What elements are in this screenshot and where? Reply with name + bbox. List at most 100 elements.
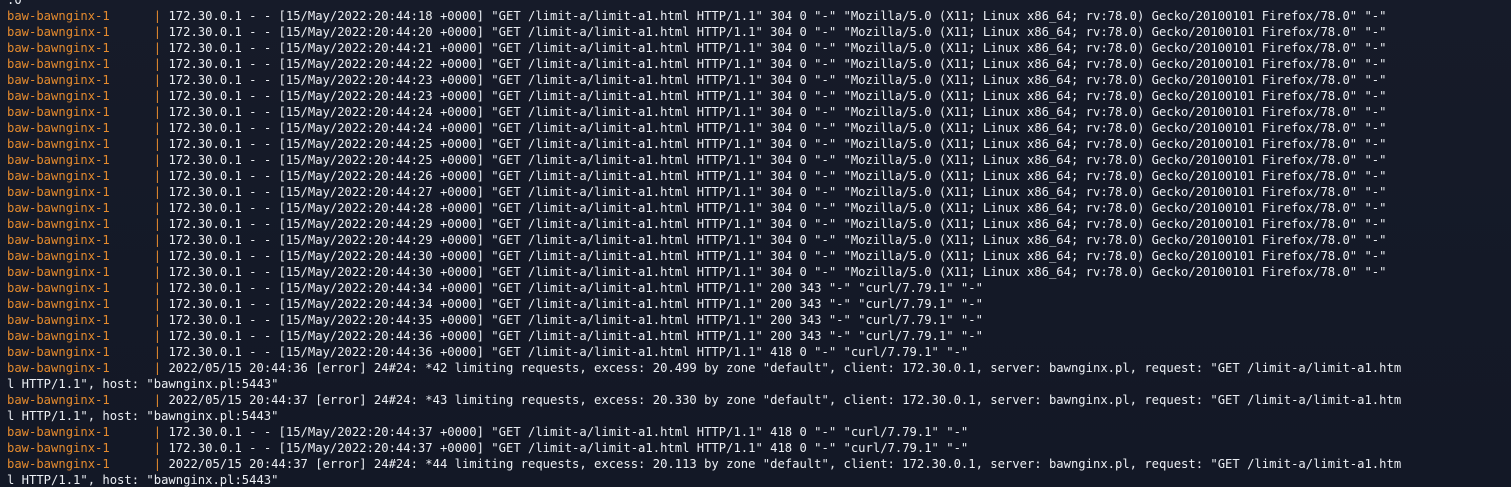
log-message: 172.30.0.1 - - [15/May/2022:20:44:26 +00… — [168, 169, 1387, 183]
log-line: baw-bawnginx-1 | 172.30.0.1 - - [15/May/… — [7, 328, 1511, 344]
service-name: baw-bawnginx-1 — [7, 153, 110, 167]
service-separator: | — [153, 265, 162, 279]
top-fragment-line: .0 — [7, 0, 22, 7]
service-separator: | — [153, 313, 162, 327]
service-separator: | — [153, 105, 162, 119]
log-line: baw-bawnginx-1 | 172.30.0.1 - - [15/May/… — [7, 264, 1511, 280]
service-name: baw-bawnginx-1 — [7, 297, 110, 311]
log-line: baw-bawnginx-1 | 172.30.0.1 - - [15/May/… — [7, 184, 1511, 200]
log-line: baw-bawnginx-1 | 172.30.0.1 - - [15/May/… — [7, 8, 1511, 24]
log-message: 172.30.0.1 - - [15/May/2022:20:44:30 +00… — [168, 265, 1387, 279]
service-name: baw-bawnginx-1 — [7, 393, 110, 407]
log-line: baw-bawnginx-1 | 172.30.0.1 - - [15/May/… — [7, 56, 1511, 72]
service-separator: | — [153, 185, 162, 199]
log-message: 172.30.0.1 - - [15/May/2022:20:44:25 +00… — [168, 137, 1387, 151]
log-line: baw-bawnginx-1 | 2022/05/15 20:44:37 [er… — [7, 392, 1511, 408]
log-line: baw-bawnginx-1 | 172.30.0.1 - - [15/May/… — [7, 248, 1511, 264]
service-name: baw-bawnginx-1 — [7, 217, 110, 231]
log-line: baw-bawnginx-1 | 172.30.0.1 - - [15/May/… — [7, 152, 1511, 168]
service-name: baw-bawnginx-1 — [7, 25, 110, 39]
service-separator: | — [153, 153, 162, 167]
service-name: baw-bawnginx-1 — [7, 457, 110, 471]
service-name: baw-bawnginx-1 — [7, 441, 110, 455]
log-line: baw-bawnginx-1 | 172.30.0.1 - - [15/May/… — [7, 40, 1511, 56]
service-separator: | — [153, 57, 162, 71]
log-message: 2022/05/15 20:44:37 [error] 24#24: *44 l… — [168, 457, 1402, 471]
service-name: baw-bawnginx-1 — [7, 313, 110, 327]
service-name: baw-bawnginx-1 — [7, 89, 110, 103]
log-message: 172.30.0.1 - - [15/May/2022:20:44:30 +00… — [168, 249, 1387, 263]
log-message: 172.30.0.1 - - [15/May/2022:20:44:18 +00… — [168, 9, 1387, 23]
log-message: 172.30.0.1 - - [15/May/2022:20:44:37 +00… — [168, 441, 969, 455]
log-message: 172.30.0.1 - - [15/May/2022:20:44:27 +00… — [168, 185, 1387, 199]
log-message: 172.30.0.1 - - [15/May/2022:20:44:29 +00… — [168, 233, 1387, 247]
service-separator: | — [153, 121, 162, 135]
log-message: 172.30.0.1 - - [15/May/2022:20:44:34 +00… — [168, 281, 983, 295]
service-name: baw-bawnginx-1 — [7, 425, 110, 439]
service-name: baw-bawnginx-1 — [7, 73, 110, 87]
service-separator: | — [153, 361, 162, 375]
service-name: baw-bawnginx-1 — [7, 137, 110, 151]
log-line-continuation: l HTTP/1.1", host: "bawnginx.pl:5443" — [7, 473, 279, 487]
log-message: 172.30.0.1 - - [15/May/2022:20:44:22 +00… — [168, 57, 1387, 71]
service-name: baw-bawnginx-1 — [7, 105, 110, 119]
log-message: 172.30.0.1 - - [15/May/2022:20:44:24 +00… — [168, 121, 1387, 135]
log-line: baw-bawnginx-1 | 172.30.0.1 - - [15/May/… — [7, 120, 1511, 136]
log-line: baw-bawnginx-1 | 172.30.0.1 - - [15/May/… — [7, 280, 1511, 296]
service-separator: | — [153, 425, 162, 439]
log-line-continuation: l HTTP/1.1", host: "bawnginx.pl:5443" — [7, 377, 279, 391]
service-name: baw-bawnginx-1 — [7, 361, 110, 375]
service-name: baw-bawnginx-1 — [7, 169, 110, 183]
log-line: baw-bawnginx-1 | 172.30.0.1 - - [15/May/… — [7, 344, 1511, 360]
log-message: 172.30.0.1 - - [15/May/2022:20:44:20 +00… — [168, 25, 1387, 39]
log-message: 172.30.0.1 - - [15/May/2022:20:44:23 +00… — [168, 89, 1387, 103]
service-separator: | — [153, 73, 162, 87]
log-line: baw-bawnginx-1 | 2022/05/15 20:44:37 [er… — [7, 456, 1511, 472]
service-separator: | — [153, 25, 162, 39]
log-message: 2022/05/15 20:44:36 [error] 24#24: *42 l… — [168, 361, 1402, 375]
service-separator: | — [153, 329, 162, 343]
service-separator: | — [153, 297, 162, 311]
service-separator: | — [153, 345, 162, 359]
service-separator: | — [153, 169, 162, 183]
service-separator: | — [153, 441, 162, 455]
log-line: baw-bawnginx-1 | 172.30.0.1 - - [15/May/… — [7, 216, 1511, 232]
log-message: 172.30.0.1 - - [15/May/2022:20:44:25 +00… — [168, 153, 1387, 167]
log-message: 172.30.0.1 - - [15/May/2022:20:44:29 +00… — [168, 217, 1387, 231]
log-line-continuation: l HTTP/1.1", host: "bawnginx.pl:5443" — [7, 409, 279, 423]
service-name: baw-bawnginx-1 — [7, 121, 110, 135]
log-line: baw-bawnginx-1 | 172.30.0.1 - - [15/May/… — [7, 104, 1511, 120]
service-separator: | — [153, 393, 162, 407]
terminal-window[interactable]: .0 baw-bawnginx-1 | 172.30.0.1 - - [15/M… — [0, 0, 1511, 487]
log-line: baw-bawnginx-1 | 172.30.0.1 - - [15/May/… — [7, 72, 1511, 88]
service-separator: | — [153, 137, 162, 151]
log-line: baw-bawnginx-1 | 172.30.0.1 - - [15/May/… — [7, 232, 1511, 248]
log-line: baw-bawnginx-1 | 2022/05/15 20:44:36 [er… — [7, 360, 1511, 376]
log-line: baw-bawnginx-1 | 172.30.0.1 - - [15/May/… — [7, 24, 1511, 40]
service-name: baw-bawnginx-1 — [7, 185, 110, 199]
log-line: baw-bawnginx-1 | 172.30.0.1 - - [15/May/… — [7, 424, 1511, 440]
service-separator: | — [153, 249, 162, 263]
log-output: .0 baw-bawnginx-1 | 172.30.0.1 - - [15/M… — [7, 0, 1511, 487]
log-message: 172.30.0.1 - - [15/May/2022:20:44:21 +00… — [168, 41, 1387, 55]
log-message: 172.30.0.1 - - [15/May/2022:20:44:36 +00… — [168, 345, 969, 359]
service-name: baw-bawnginx-1 — [7, 249, 110, 263]
log-message: 172.30.0.1 - - [15/May/2022:20:44:24 +00… — [168, 105, 1387, 119]
service-separator: | — [153, 457, 162, 471]
log-line: baw-bawnginx-1 | 172.30.0.1 - - [15/May/… — [7, 88, 1511, 104]
service-name: baw-bawnginx-1 — [7, 329, 110, 343]
log-message: 172.30.0.1 - - [15/May/2022:20:44:28 +00… — [168, 201, 1387, 215]
service-name: baw-bawnginx-1 — [7, 345, 110, 359]
log-line: baw-bawnginx-1 | 172.30.0.1 - - [15/May/… — [7, 168, 1511, 184]
log-message: 172.30.0.1 - - [15/May/2022:20:44:36 +00… — [168, 329, 983, 343]
service-separator: | — [153, 41, 162, 55]
service-name: baw-bawnginx-1 — [7, 41, 110, 55]
log-message: 172.30.0.1 - - [15/May/2022:20:44:37 +00… — [168, 425, 969, 439]
service-separator: | — [153, 89, 162, 103]
service-name: baw-bawnginx-1 — [7, 9, 110, 23]
service-separator: | — [153, 9, 162, 23]
service-name: baw-bawnginx-1 — [7, 233, 110, 247]
log-message: 172.30.0.1 - - [15/May/2022:20:44:35 +00… — [168, 313, 983, 327]
log-message: 172.30.0.1 - - [15/May/2022:20:44:34 +00… — [168, 297, 983, 311]
log-message: 2022/05/15 20:44:37 [error] 24#24: *43 l… — [168, 393, 1402, 407]
